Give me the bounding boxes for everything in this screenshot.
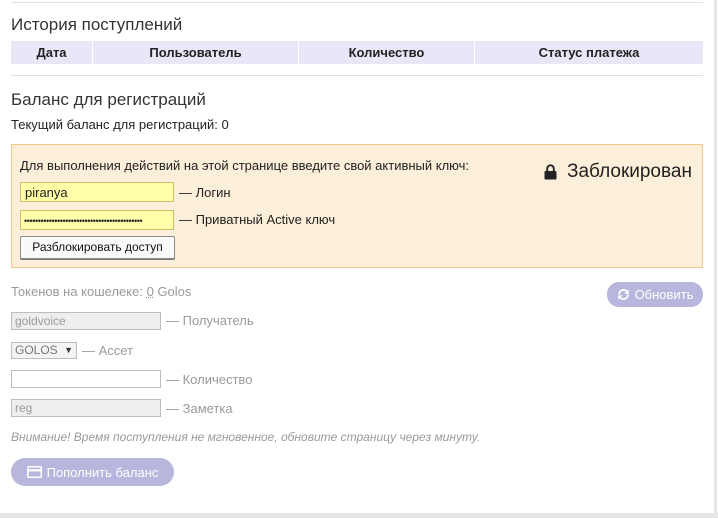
page-frame-bottom [0, 513, 718, 518]
asset-select-value: GOLOS [15, 343, 58, 357]
recipient-input[interactable]: goldvoice [11, 312, 161, 330]
active-key-label: — Приватный Active ключ [179, 212, 336, 227]
top-divider [11, 2, 703, 3]
tokens-unit: Golos [157, 284, 192, 299]
memo-label: — Заметка [166, 401, 233, 416]
recipient-label: — Получатель [166, 313, 254, 328]
current-balance-text: Текущий баланс для регистраций: 0 [11, 117, 229, 132]
column-header-user: Пользователь [93, 41, 299, 64]
tokens-value[interactable]: 0 [147, 284, 154, 299]
credit-card-icon [26, 466, 42, 478]
lock-icon [544, 164, 557, 180]
history-table-header: Дата Пользователь Количество Статус плат… [11, 41, 703, 64]
chevron-down-icon: ▼ [64, 345, 73, 355]
balance-title: Баланс для регистраций [11, 90, 206, 109]
column-header-date: Дата [11, 41, 93, 64]
amount-input[interactable] [11, 370, 161, 388]
tokens-line: Токенов на кошелеке: 0 Golos [11, 284, 191, 299]
delivery-notice: Внимание! Время поступления не мгновенно… [11, 430, 481, 444]
tokens-label: Токенов на кошелеке: [11, 284, 143, 299]
column-header-amount: Количество [299, 41, 475, 64]
history-title: История поступлений [11, 15, 183, 34]
column-header-status: Статус платежа [538, 45, 640, 60]
refresh-icon [617, 289, 629, 300]
asset-label: — Ассет [82, 343, 134, 358]
login-label: — Логин [179, 185, 231, 200]
unlock-access-button[interactable]: Разблокировать доступ [20, 236, 175, 259]
lock-status-label: Заблокирован [567, 161, 692, 182]
refresh-button-label: Обновить [634, 287, 694, 302]
login-input[interactable]: piranya [20, 182, 174, 202]
section-divider [11, 75, 703, 76]
page-frame-right [714, 0, 717, 518]
active-key-panel: Для выполнения действий на этой странице… [11, 144, 703, 268]
memo-input[interactable]: reg [11, 399, 161, 417]
amount-label: — Количество [166, 372, 253, 387]
asset-select[interactable]: GOLOS ▼ [11, 342, 77, 359]
top-up-balance-label: Пополнить баланс [46, 464, 159, 480]
top-up-balance-button[interactable]: Пополнить баланс [11, 458, 174, 486]
auth-prompt: Для выполнения действий на этой странице… [20, 158, 470, 173]
active-key-input[interactable]: ••••••••••••••••••••••••••••••••••••••••… [20, 210, 174, 230]
refresh-button[interactable]: Обновить [607, 282, 703, 307]
lock-status: Заблокирован [544, 161, 692, 183]
